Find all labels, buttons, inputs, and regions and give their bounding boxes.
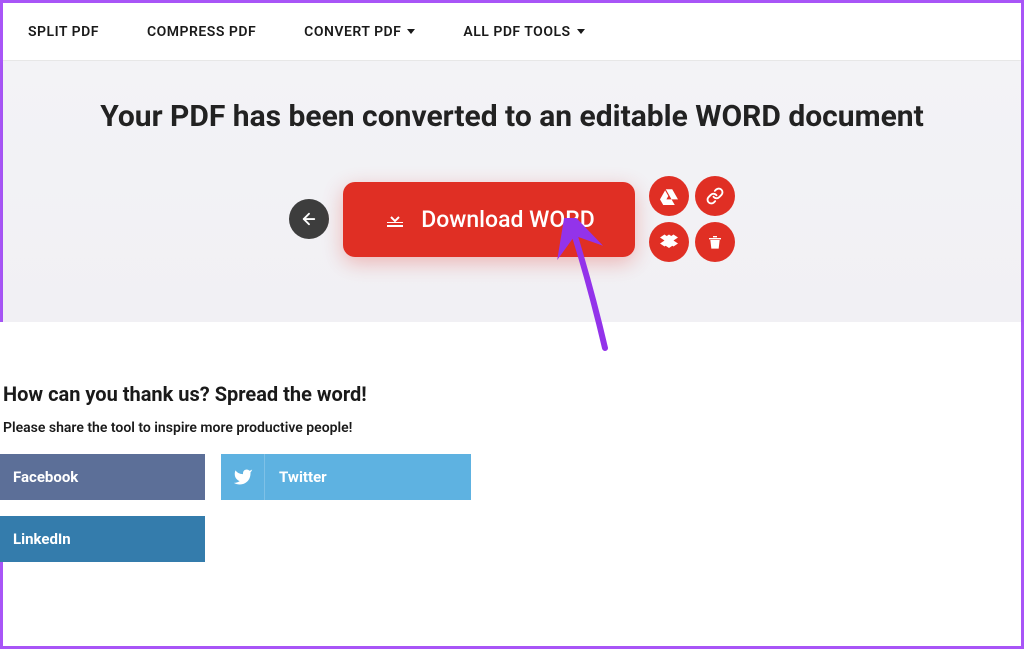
nav-convert-pdf[interactable]: CONVERT PDF	[304, 24, 415, 40]
hero-section: Your PDF has been converted to an editab…	[3, 61, 1021, 322]
trash-icon	[707, 234, 723, 250]
arrow-left-icon	[300, 210, 318, 228]
linkedin-share-button[interactable]: LinkedIn	[0, 516, 205, 562]
top-nav: SPLIT PDF COMPRESS PDF CONVERT PDF ALL P…	[3, 3, 1021, 61]
download-word-button[interactable]: Download WORD	[343, 182, 635, 257]
nav-split-pdf[interactable]: SPLIT PDF	[28, 24, 99, 40]
dropbox-icon	[660, 233, 678, 251]
facebook-label: Facebook	[0, 468, 78, 486]
twitter-icon	[221, 454, 265, 500]
facebook-share-button[interactable]: Facebook	[0, 454, 205, 500]
share-section: How can you thank us? Spread the word! P…	[0, 322, 1021, 562]
dropbox-button[interactable]	[649, 222, 689, 262]
share-subtitle: Please share the tool to inspire more pr…	[3, 420, 1021, 436]
download-icon	[383, 207, 407, 231]
google-drive-icon	[660, 187, 678, 205]
chevron-down-icon	[577, 29, 585, 34]
link-icon	[706, 187, 724, 205]
delete-button[interactable]	[695, 222, 735, 262]
download-row: Download WORD	[23, 176, 1001, 262]
google-drive-button[interactable]	[649, 176, 689, 216]
nav-split-label: SPLIT PDF	[28, 24, 99, 40]
nav-convert-label: CONVERT PDF	[304, 24, 401, 40]
share-row-1: Facebook Twitter	[0, 454, 1021, 500]
nav-compress-label: COMPRESS PDF	[147, 24, 256, 40]
download-word-label: Download WORD	[421, 206, 595, 233]
copy-link-button[interactable]	[695, 176, 735, 216]
twitter-share-button[interactable]: Twitter	[221, 454, 471, 500]
nav-all-label: ALL PDF TOOLS	[463, 24, 570, 40]
share-title: How can you thank us? Spread the word!	[3, 382, 1021, 406]
page-title: Your PDF has been converted to an editab…	[23, 99, 1001, 134]
chevron-down-icon	[407, 29, 415, 34]
back-button[interactable]	[289, 199, 329, 239]
share-row-2: LinkedIn	[0, 516, 1021, 562]
twitter-label: Twitter	[265, 468, 327, 486]
linkedin-label: LinkedIn	[0, 530, 71, 548]
nav-all-tools[interactable]: ALL PDF TOOLS	[463, 24, 584, 40]
action-circle-grid	[649, 176, 735, 262]
nav-compress-pdf[interactable]: COMPRESS PDF	[147, 24, 256, 40]
